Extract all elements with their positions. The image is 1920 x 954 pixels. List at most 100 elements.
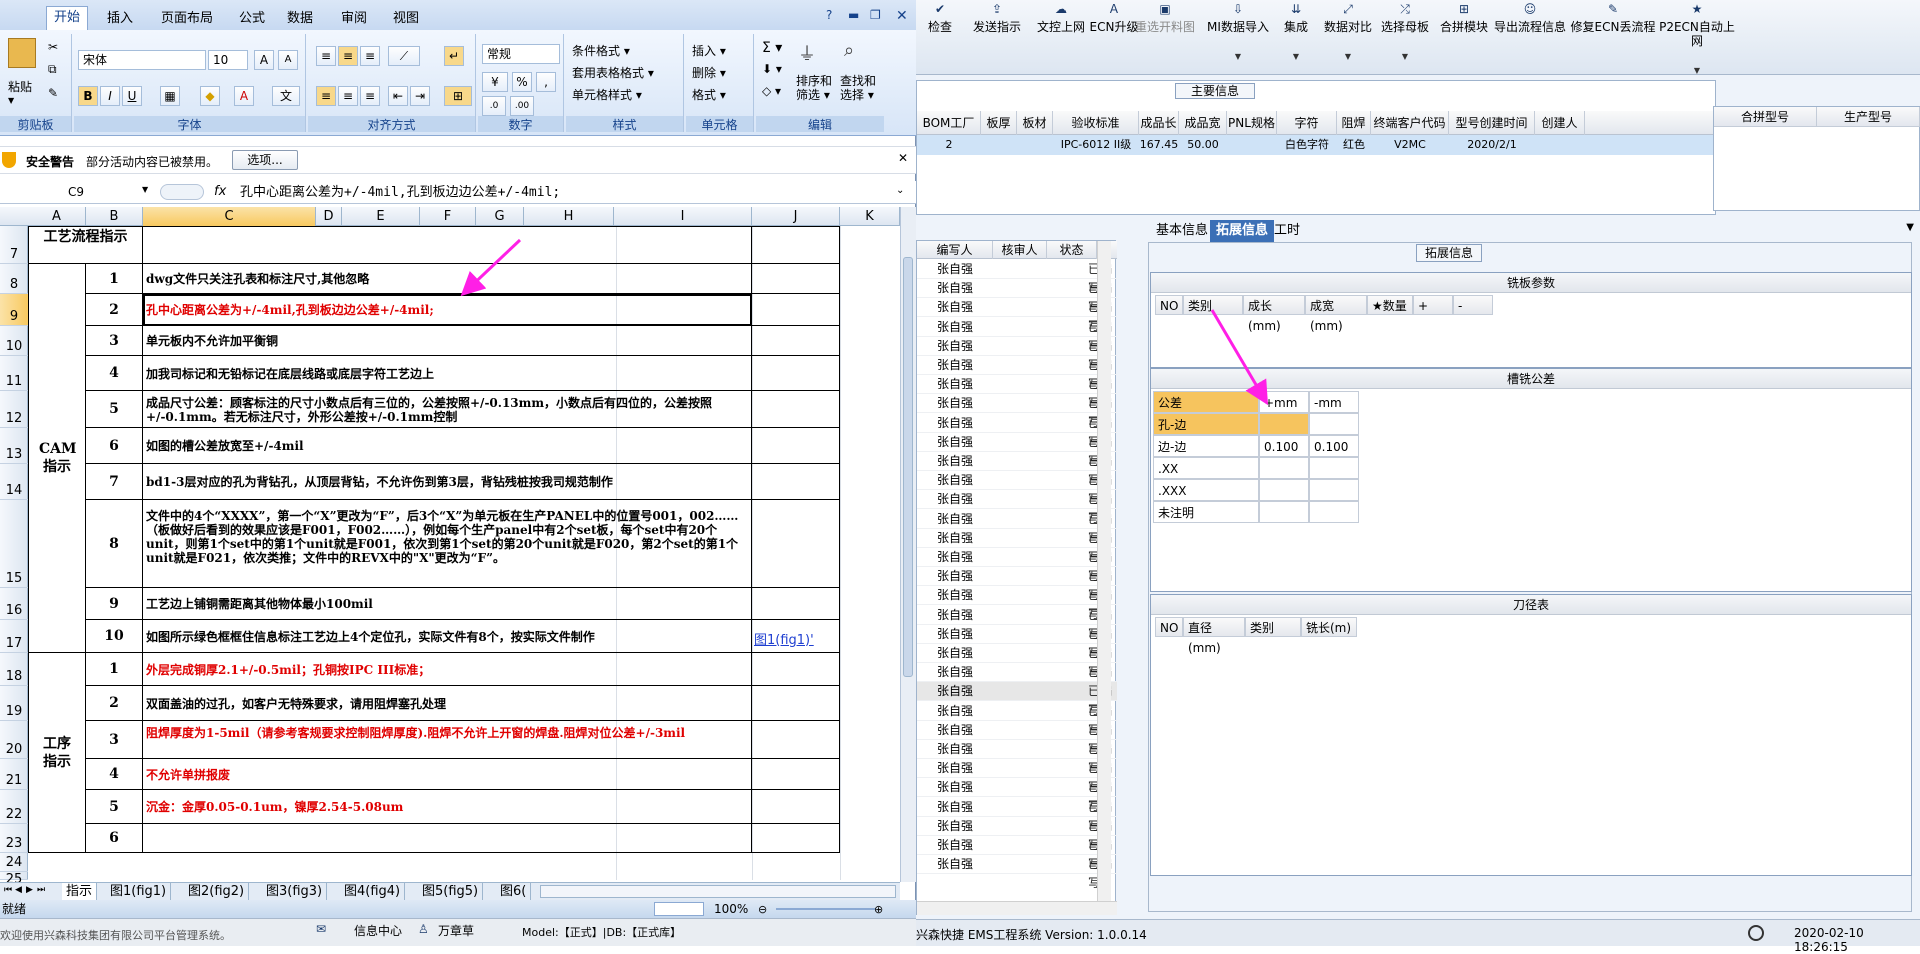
main-col-header[interactable]: 创建人 (1535, 111, 1585, 135)
underline-icon[interactable]: U (122, 86, 142, 106)
sheet-hscroll[interactable] (540, 885, 896, 898)
name-box-dropdown-icon[interactable]: ▼ (142, 185, 148, 194)
item-j-cell[interactable] (752, 428, 840, 464)
item-no-cell[interactable]: 10 (86, 620, 143, 653)
item-j-cell[interactable] (752, 686, 840, 721)
sheet-tab[interactable]: 图6( (496, 883, 532, 901)
security-close-icon[interactable]: ✕ (898, 151, 908, 165)
ribbon-tab[interactable]: 审阅 (334, 8, 374, 30)
process-header-cell[interactable]: 工艺流程指示 (28, 226, 143, 264)
toolbar-dropdown-icon[interactable]: ▼ (1654, 64, 1740, 78)
item-j-cell[interactable] (752, 294, 840, 326)
column-header-a[interactable]: A (28, 207, 86, 226)
format-cells-button[interactable]: 格式 ▾ (692, 86, 726, 103)
orientation-icon[interactable]: ⟋ (388, 46, 420, 66)
toolbar-button-1[interactable]: ⇪ 发送指示 (962, 2, 1032, 72)
mill-col-header[interactable]: 类别 (1183, 295, 1243, 315)
worksheet-vscroll[interactable] (900, 207, 916, 882)
main-col-header[interactable]: 成品长度 (1139, 111, 1179, 154)
header-c-cell[interactable] (143, 226, 752, 264)
increase-decimal-icon[interactable]: .0 (482, 96, 506, 116)
list-item[interactable]: 张自强已编写 (917, 798, 1117, 833)
slot-minus-cell[interactable]: 0.100 (1309, 435, 1359, 457)
worksheet-grid[interactable]: 工艺流程指示 CAM指示 工序指示 1 dwg文件只关注孔表和标注尺寸,其他忽略 2 孔中心… (28, 226, 900, 880)
main-col-header[interactable]: 成品宽度 (1179, 111, 1227, 154)
item-no-cell[interactable]: 7 (86, 464, 143, 500)
detail-tab[interactable]: 基本信息 (1150, 220, 1214, 242)
sheet-tab[interactable]: 指示 (62, 883, 98, 901)
tool-col-header[interactable]: 直径(mm) (1183, 617, 1245, 655)
toolbar-button-2[interactable]: ☁ 文控上网 (1030, 2, 1092, 72)
item-text-cell[interactable]: bd1-3层对应的孔为背钻孔，从顶层背钻，不允许伤到第3层，背钻残桩按我司规范制… (143, 464, 752, 500)
item-no-cell[interactable]: 3 (86, 326, 143, 356)
copy-icon[interactable]: ⧉ (48, 62, 57, 77)
sheet-nav-icon[interactable]: ◀ (15, 885, 22, 895)
cell-style-button[interactable]: 单元格样式 ▾ (572, 86, 642, 103)
toolbar-button-7[interactable]: ⤢ 数据对比 ▼ (1318, 2, 1378, 72)
list-item[interactable]: 张自强已编写 (917, 510, 1117, 545)
row-header-11[interactable]: 11 (0, 356, 28, 391)
list-item[interactable]: 张自强已编写 (917, 471, 1117, 506)
list-item[interactable]: 张自强已编写 (917, 855, 1117, 890)
list-item[interactable]: 张自强已编写 (917, 702, 1117, 737)
wrap-text-icon[interactable]: ↵ (444, 46, 464, 66)
ribbon-tab[interactable]: 公式 (232, 8, 272, 30)
tool-col-header[interactable]: 铣长(m) (1301, 617, 1357, 637)
list-item[interactable]: 张自强已编写 (917, 663, 1117, 698)
item-j-cell[interactable] (752, 464, 840, 500)
sheet-tab[interactable]: 图4(fig4) (340, 883, 406, 901)
autosum-icon[interactable]: Σ ▾ (762, 40, 782, 56)
item-no-cell[interactable]: 3 (86, 721, 143, 759)
row-header-21[interactable]: 21 (0, 759, 28, 790)
zoom-in-icon[interactable]: ⊕ (874, 901, 883, 919)
item-no-cell[interactable]: 1 (86, 653, 143, 686)
item-j-cell[interactable] (752, 653, 840, 686)
column-header-c[interactable]: C (143, 207, 316, 226)
currency-icon[interactable]: ¥ (482, 72, 508, 92)
comma-icon[interactable]: , (536, 72, 556, 92)
row-header-9[interactable]: 9 (0, 294, 28, 326)
merge-center-icon[interactable]: ⊞ (444, 86, 472, 106)
list-item[interactable]: 张自强已编写 (917, 260, 1117, 295)
item-no-cell[interactable]: 9 (86, 588, 143, 620)
border-icon[interactable]: ▦ (160, 86, 180, 106)
list-item[interactable]: 张自强已编写 (917, 778, 1117, 813)
item-text-cell[interactable]: 文件中的4个“XXXX”，第一个“X”更改为“F”，后3个“X”为单元板在生产P… (143, 500, 752, 588)
list-item[interactable]: 张自强已编写 (917, 452, 1117, 487)
shrink-font-icon[interactable]: A (278, 50, 298, 70)
item-j-cell[interactable]: 图1(fig1)' (752, 620, 840, 653)
italic-icon[interactable]: I (100, 86, 120, 106)
info-center[interactable]: 信息中心 (354, 922, 402, 939)
zoom-slider[interactable] (776, 908, 876, 910)
toolbar-button-5[interactable]: ⇩ MI数据导入 ▼ (1200, 2, 1276, 72)
column-header-g[interactable]: G (476, 207, 524, 226)
formula-input[interactable]: 孔中心距离公差为+/-4mil,孔到板边边公差+/-4mil; (240, 183, 560, 202)
item-j-cell[interactable] (752, 588, 840, 620)
sheet-tab[interactable]: 图2(fig2) (184, 883, 250, 901)
row-header-14[interactable]: 14 (0, 464, 28, 500)
slot-plus-cell[interactable] (1259, 501, 1309, 523)
mill-col-header[interactable]: - (1453, 295, 1493, 315)
align-middle-icon[interactable]: ≡ (338, 46, 358, 66)
conditional-format-button[interactable]: 条件格式 ▾ (572, 42, 630, 59)
align-right-icon[interactable]: ≡ (360, 86, 380, 106)
toolbar-button-10[interactable]: ☺ 导出流程信息 (1488, 2, 1572, 72)
list-col-header[interactable]: 状态 (1047, 241, 1097, 259)
item-text-cell[interactable]: dwg文件只关注孔表和标注尺寸,其他忽略 (143, 264, 752, 294)
mill-col-header[interactable]: 成长(mm) (1243, 295, 1305, 333)
row-header-25[interactable]: 25 (0, 872, 28, 887)
slot-plus-cell[interactable] (1259, 479, 1309, 501)
row-header-16[interactable]: 16 (0, 588, 28, 620)
mill-col-header[interactable]: 成宽(mm) (1305, 295, 1367, 333)
list-item[interactable]: 张自强已编写 (917, 567, 1117, 602)
row-header-12[interactable]: 12 (0, 391, 28, 428)
grow-font-icon[interactable]: A (254, 50, 274, 70)
author-list-hscroll[interactable] (917, 901, 1117, 915)
help-icon[interactable]: ? (826, 8, 832, 22)
toolbar-button-6[interactable]: ⇊ 集成 ▼ (1274, 2, 1318, 72)
fig1-link[interactable]: 图1(fig1)' (754, 629, 814, 648)
sheet-tab[interactable]: 图5(fig5) (418, 883, 484, 901)
main-col-header[interactable]: 板材 (1017, 111, 1053, 135)
font-color-icon[interactable]: A (234, 86, 254, 106)
toolbar-dropdown-icon[interactable]: ▼ (1372, 50, 1438, 64)
